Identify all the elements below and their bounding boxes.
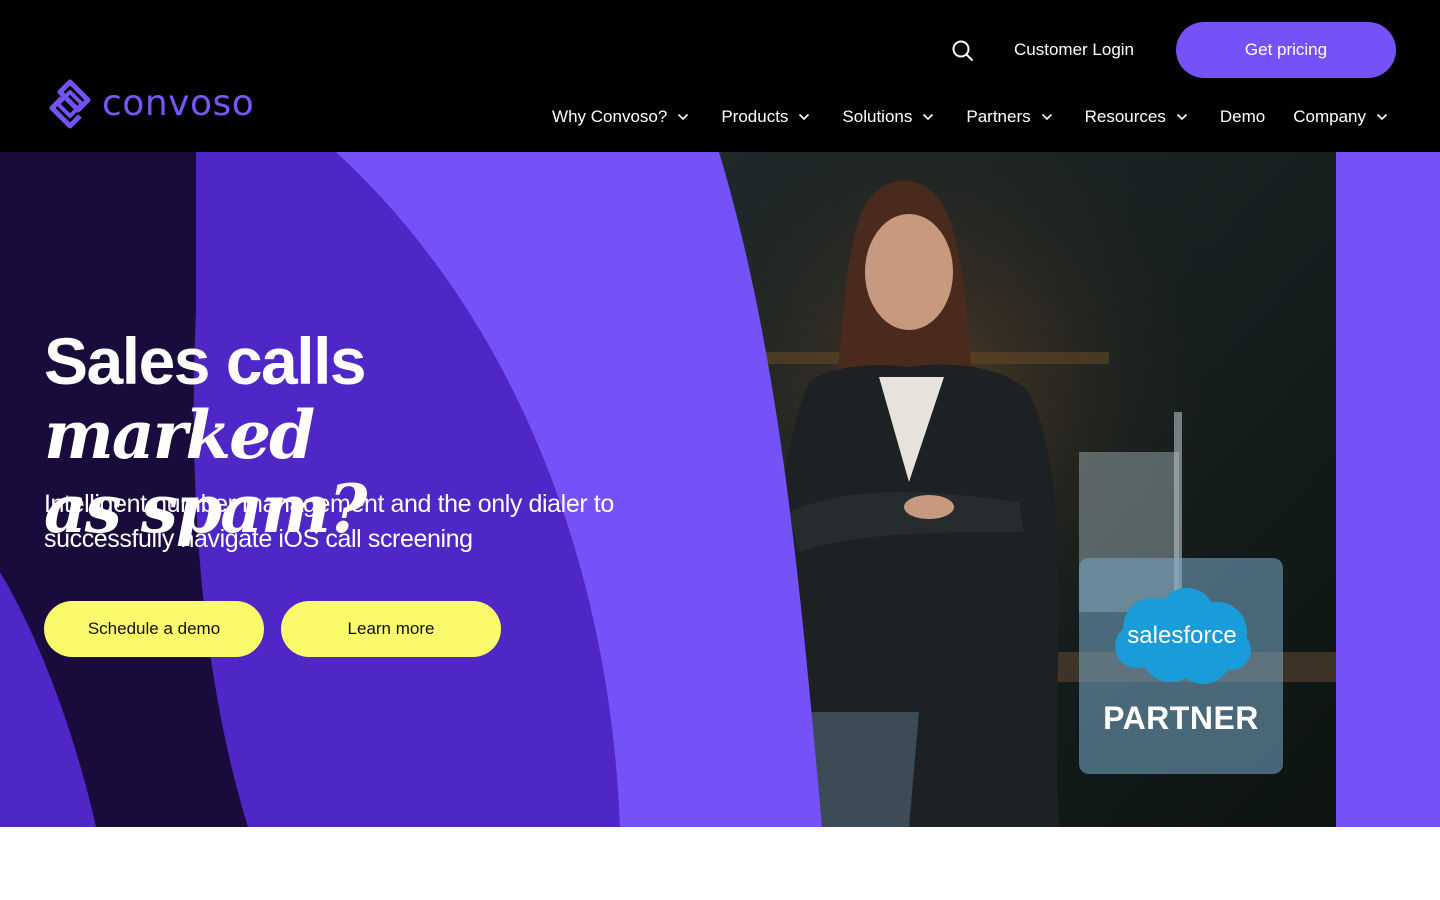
partner-label: PARTNER xyxy=(1103,700,1259,736)
nav-item-label: Company xyxy=(1293,107,1366,126)
nav-item-label: Resources xyxy=(1084,107,1166,126)
hero-section: Sales calls marked as spam? Intelligent n… xyxy=(0,152,1440,827)
headline-plain-text: Sales calls xyxy=(44,324,367,398)
nav-item-label: Partners xyxy=(966,107,1031,126)
chevron-down-icon xyxy=(923,113,934,121)
nav-item-label: Solutions xyxy=(842,107,913,126)
nav-item-why-convoso[interactable]: Why Convoso? xyxy=(552,104,693,130)
logo-wordmark: convoso xyxy=(102,83,255,124)
convoso-logo-icon xyxy=(49,79,91,129)
nav-item-partners[interactable]: Partners xyxy=(966,104,1056,130)
nav-item-label: Why Convoso? xyxy=(552,107,668,126)
chevron-down-icon xyxy=(1376,113,1388,121)
salesforce-partner-badge: salesforce PARTNER xyxy=(1079,558,1283,774)
below-hero-area xyxy=(0,827,1440,900)
nav-item-products[interactable]: Products xyxy=(721,104,814,130)
nav-item-resources[interactable]: Resources xyxy=(1085,104,1192,130)
main-nav: Why Convoso? Products Solutions Partners… xyxy=(552,104,1392,130)
customer-login-link[interactable]: Customer Login xyxy=(1014,39,1134,61)
nav-item-demo[interactable]: Demo xyxy=(1220,104,1265,130)
site-header: convoso Customer Login Get pricing Why C… xyxy=(0,0,1440,152)
chevron-down-icon xyxy=(799,113,810,121)
get-pricing-button[interactable]: Get pricing xyxy=(1176,22,1396,78)
chevron-down-icon xyxy=(1176,113,1187,121)
chevron-down-icon xyxy=(1041,113,1052,121)
nav-item-solutions[interactable]: Solutions xyxy=(842,104,938,130)
nav-item-company[interactable]: Company xyxy=(1293,104,1392,130)
nav-item-label: Demo xyxy=(1219,107,1266,126)
nav-item-label: Products xyxy=(721,107,789,126)
chevron-down-icon xyxy=(678,113,689,121)
convoso-logo[interactable]: convoso xyxy=(44,78,254,130)
schedule-demo-button[interactable]: Schedule a demo xyxy=(44,601,264,657)
salesforce-wordmark: salesforce xyxy=(1127,622,1237,649)
search-button[interactable] xyxy=(950,38,976,64)
headline-italic-text: marked xyxy=(44,396,315,474)
hero-subtext: Intelligent number management and the on… xyxy=(44,490,614,553)
search-icon xyxy=(952,40,973,61)
learn-more-button[interactable]: Learn more xyxy=(281,601,501,657)
